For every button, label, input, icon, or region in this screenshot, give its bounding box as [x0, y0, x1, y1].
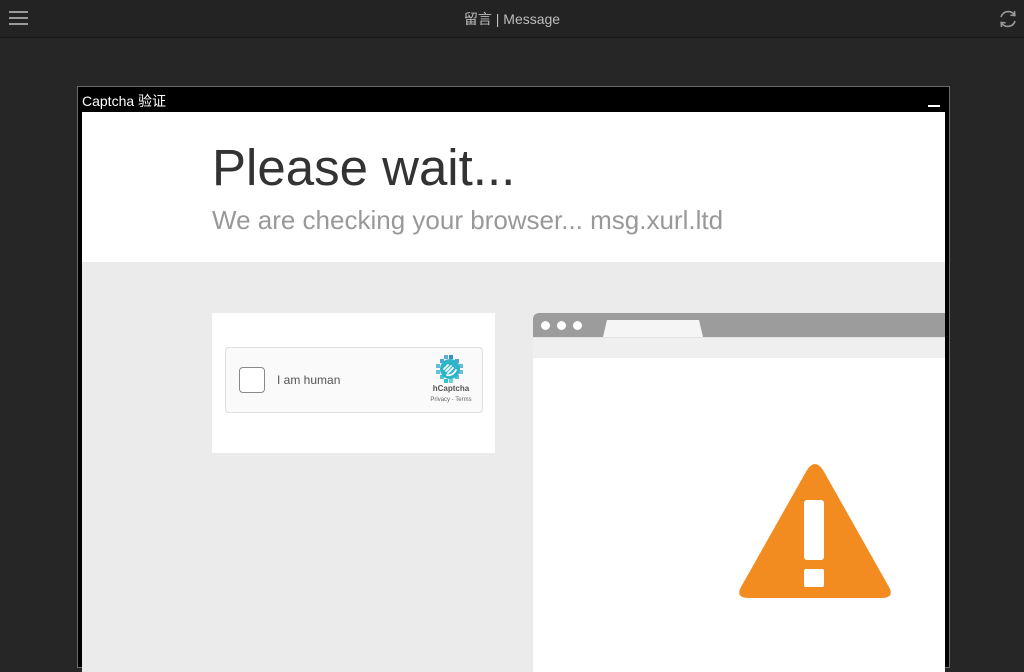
browser-address-strip: [533, 337, 945, 359]
refresh-icon[interactable]: [997, 8, 1019, 30]
browser-illustration: [533, 313, 945, 672]
hcaptcha-brand: hCaptcha: [432, 384, 470, 393]
terms-link[interactable]: Terms: [455, 397, 471, 403]
please-wait-heading: Please wait...: [212, 139, 516, 196]
window-dot: [557, 321, 566, 330]
checking-browser-subheading: We are checking your browser... msg.xurl…: [212, 205, 724, 235]
browser-tab: [603, 320, 703, 337]
checkbox-label: I am human: [277, 373, 341, 387]
privacy-link[interactable]: Privacy: [430, 397, 450, 403]
hcaptcha-links: Privacy - Terms: [414, 397, 488, 403]
human-checkbox[interactable]: [239, 367, 265, 393]
hcaptcha-widget: I am human hCaptcha Privacy - Terms: [225, 347, 483, 413]
browser-body: [533, 358, 945, 672]
browser-title-bar: [533, 313, 945, 337]
minimize-button[interactable]: [924, 97, 942, 111]
captcha-card: I am human hCaptcha Privacy - Terms: [212, 313, 495, 453]
warning-triangle-icon: [737, 462, 893, 600]
hcaptcha-logo-icon: [435, 354, 465, 384]
dialog-content: Please wait... We are checking your brow…: [82, 112, 945, 672]
header-band: Please wait... We are checking your brow…: [82, 112, 945, 262]
top-bar: 留言 | Message: [0, 0, 1024, 38]
dialog-title: Captcha 验证: [82, 93, 167, 109]
window-dot: [573, 321, 582, 330]
captcha-dialog: Captcha 验证 Please wait... We are checkin…: [77, 86, 950, 672]
page-title: 留言 | Message: [463, 11, 561, 27]
window-dot: [541, 321, 550, 330]
minimize-icon: [928, 105, 940, 107]
